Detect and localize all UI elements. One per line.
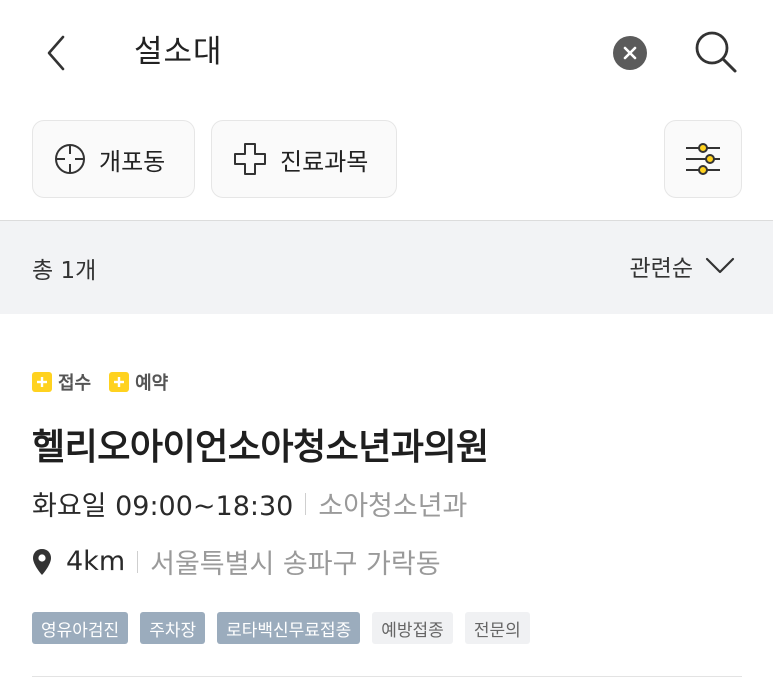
hours-row: 화요일 09:00~18:30 소아청소년과 <box>32 484 467 523</box>
separator <box>305 492 307 515</box>
clear-circle-icon <box>623 46 637 60</box>
clear-search-button[interactable] <box>613 36 647 70</box>
search-input[interactable]: 설소대 <box>134 30 223 74</box>
feature-tags: 영유아검진 주차장 로타백신무료접종 예방접종 전문의 <box>32 612 542 644</box>
medical-cross-icon <box>234 143 266 175</box>
result-summary-bar: 총 1개 관련순 <box>0 221 773 314</box>
location-filter-chip[interactable]: 개포동 <box>32 120 195 198</box>
filter-row: 개포동 진료과목 <box>0 120 773 200</box>
clinic-name[interactable]: 헬리오아이언소아청소년과의원 <box>32 418 489 470</box>
crosshair-icon <box>55 144 85 174</box>
reservation-badge: 예약 <box>109 369 168 395</box>
chevron-left-icon <box>47 35 65 71</box>
department-filter-label: 진료과목 <box>280 147 369 176</box>
feature-tag: 주차장 <box>140 612 206 644</box>
plus-icon <box>32 372 52 392</box>
feature-tag: 전문의 <box>464 612 530 644</box>
back-button[interactable] <box>36 28 76 78</box>
search-button[interactable] <box>692 28 740 76</box>
sort-label: 관련순 <box>629 256 693 282</box>
map-pin-icon <box>32 547 58 577</box>
search-header: 설소대 <box>0 0 773 105</box>
plus-icon <box>109 372 130 392</box>
service-badges: 접수 예약 <box>32 369 186 395</box>
result-divider <box>32 676 742 677</box>
feature-tag: 영유아검진 <box>32 612 129 644</box>
location-row: 4km 서울특별시 송파구 가락동 <box>32 542 441 581</box>
badge-label: 접수 <box>58 373 92 394</box>
feature-tag: 로타백신무료접종 <box>217 612 361 644</box>
sort-dropdown[interactable]: 관련순 <box>630 249 735 283</box>
search-icon <box>695 31 737 73</box>
separator <box>137 550 139 573</box>
opening-hours: 화요일 09:00~18:30 <box>32 491 294 522</box>
sliders-icon <box>686 143 720 175</box>
chevron-down-icon <box>705 257 735 274</box>
clinic-department: 소아청소년과 <box>318 491 468 522</box>
department-filter-chip[interactable]: 진료과목 <box>211 120 397 198</box>
location-filter-label: 개포동 <box>99 147 166 176</box>
total-count: 총 1개 <box>32 258 97 284</box>
distance: 4km <box>66 546 126 577</box>
badge-label: 예약 <box>135 373 169 394</box>
reception-badge: 접수 <box>32 369 91 395</box>
clinic-address: 서울특별시 송파구 가락동 <box>150 549 441 580</box>
filter-settings-button[interactable] <box>664 120 742 198</box>
feature-tag: 예방접종 <box>372 612 453 644</box>
clinic-result-item[interactable]: 접수 예약 헬리오아이언소아청소년과의원 화요일 09:00~18:30 소아청… <box>0 314 773 678</box>
